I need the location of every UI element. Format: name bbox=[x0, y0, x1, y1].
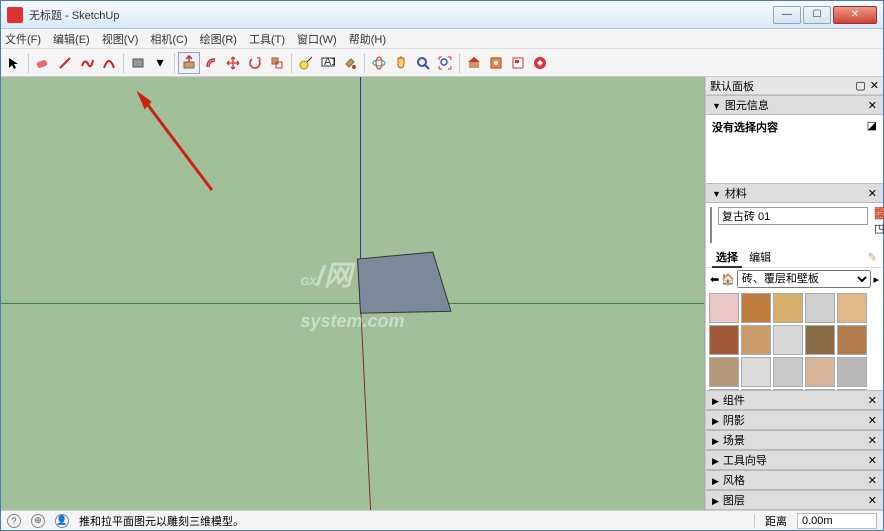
zoom-extents-tool[interactable] bbox=[434, 52, 456, 74]
panel-close-icon[interactable]: ✕ bbox=[868, 99, 877, 112]
orbit-tool[interactable] bbox=[368, 52, 390, 74]
geo-icon[interactable]: ⊕ bbox=[31, 514, 45, 528]
menu-edit[interactable]: 编辑(E) bbox=[53, 31, 90, 47]
material-swatch[interactable] bbox=[741, 357, 771, 387]
tape-tool[interactable] bbox=[295, 52, 317, 74]
materials-tab-edit[interactable]: 编辑 bbox=[745, 250, 775, 266]
arc-tool[interactable] bbox=[98, 52, 120, 74]
material-category-select[interactable]: 砖、覆层和壁板 bbox=[737, 270, 872, 288]
shape-dropdown[interactable]: ▾ bbox=[149, 52, 171, 74]
close-button[interactable]: ✕ bbox=[833, 6, 877, 24]
layout-tool[interactable] bbox=[507, 52, 529, 74]
paint-tool[interactable] bbox=[339, 52, 361, 74]
material-grid bbox=[709, 293, 880, 390]
rectangle-tool[interactable] bbox=[127, 52, 149, 74]
panel-layers[interactable]: ▶图层✕ bbox=[706, 490, 883, 510]
panel-components[interactable]: ▶组件✕ bbox=[706, 390, 883, 410]
viewport[interactable]: GX/网 system.com bbox=[1, 77, 705, 510]
eraser-tool[interactable] bbox=[32, 52, 54, 74]
move-tool[interactable] bbox=[222, 52, 244, 74]
menu-window[interactable]: 窗口(W) bbox=[297, 31, 337, 47]
freehand-tool[interactable] bbox=[76, 52, 98, 74]
panel-entity-info[interactable]: ▼图元信息 ✕ bbox=[706, 95, 883, 115]
statusbar: ? ⊕ 👤 推和拉平面图元以雕刻三维模型。 距离 0.00m bbox=[1, 510, 883, 530]
menu-view[interactable]: 视图(V) bbox=[102, 31, 139, 47]
material-swatch[interactable] bbox=[709, 325, 739, 355]
material-swatch[interactable] bbox=[773, 357, 803, 387]
panel-close-icon[interactable]: ✕ bbox=[868, 187, 877, 200]
material-swatch[interactable] bbox=[709, 357, 739, 387]
maximize-button[interactable]: ☐ bbox=[803, 6, 831, 24]
tray-title: 默认面板 bbox=[710, 78, 754, 94]
material-swatch[interactable] bbox=[741, 293, 771, 323]
panel-instructor[interactable]: ▶工具向导✕ bbox=[706, 450, 883, 470]
material-swatch[interactable] bbox=[837, 357, 867, 387]
entity-detail-icon[interactable]: ◪ bbox=[867, 119, 877, 132]
window-title: 无标题 - SketchUp bbox=[29, 7, 773, 23]
material-swatch[interactable] bbox=[837, 293, 867, 323]
user-icon[interactable]: 👤 bbox=[55, 514, 69, 528]
panel-styles[interactable]: ▶风格✕ bbox=[706, 470, 883, 490]
pushpull-tool[interactable] bbox=[178, 52, 200, 74]
measurement-label: 距离 bbox=[765, 513, 787, 529]
menu-help[interactable]: 帮助(H) bbox=[349, 31, 386, 47]
material-back-icon[interactable]: ⬅ bbox=[710, 273, 719, 286]
main-toolbar: ▾ A1 bbox=[1, 49, 883, 77]
select-tool[interactable] bbox=[3, 52, 25, 74]
measurement-value[interactable]: 0.00m bbox=[797, 513, 877, 529]
right-panel: 默认面板 ▢ ✕ ▼图元信息 ✕ 没有选择内容 ◪ ▼材料 ✕ bbox=[705, 77, 883, 510]
menubar: 文件(F) 编辑(E) 视图(V) 相机(C) 绘图(R) 工具(T) 窗口(W… bbox=[1, 29, 883, 49]
app-icon bbox=[7, 7, 23, 23]
text-tool[interactable]: A1 bbox=[317, 52, 339, 74]
tray-close-icon[interactable]: ✕ bbox=[870, 79, 879, 92]
material-home-icon[interactable]: 🏠 bbox=[721, 273, 735, 286]
menu-camera[interactable]: 相机(C) bbox=[150, 31, 187, 47]
material-name-input[interactable] bbox=[718, 207, 868, 225]
extensionwh-tool[interactable] bbox=[529, 52, 551, 74]
tray-pin-icon[interactable]: ▢ bbox=[855, 79, 865, 92]
line-tool[interactable] bbox=[54, 52, 76, 74]
panel-scenes[interactable]: ▶场景✕ bbox=[706, 430, 883, 450]
material-swatch[interactable] bbox=[773, 293, 803, 323]
material-default-icon[interactable]: ◳ bbox=[874, 222, 884, 235]
pan-tool[interactable] bbox=[390, 52, 412, 74]
help-icon[interactable]: ? bbox=[7, 514, 21, 528]
material-swatch[interactable] bbox=[741, 325, 771, 355]
material-edit-icon[interactable]: ✎ bbox=[868, 251, 877, 264]
scale-tool[interactable] bbox=[266, 52, 288, 74]
panel-materials[interactable]: ▼材料 ✕ bbox=[706, 183, 883, 203]
material-swatch[interactable] bbox=[805, 325, 835, 355]
material-swatch[interactable] bbox=[773, 325, 803, 355]
offset-tool[interactable] bbox=[200, 52, 222, 74]
status-hint: 推和拉平面图元以雕刻三维模型。 bbox=[79, 513, 244, 529]
svg-text:A1: A1 bbox=[324, 56, 335, 68]
entity-info-text: 没有选择内容 bbox=[712, 122, 778, 134]
materials-tab-select[interactable]: 选择 bbox=[712, 250, 742, 268]
material-create-icon[interactable]: 🧱 bbox=[874, 207, 884, 220]
material-swatch[interactable] bbox=[805, 293, 835, 323]
extension-tool[interactable] bbox=[485, 52, 507, 74]
zoom-tool[interactable] bbox=[412, 52, 434, 74]
minimize-button[interactable]: — bbox=[773, 6, 801, 24]
panel-shadows[interactable]: ▶阴影✕ bbox=[706, 410, 883, 430]
material-menu-icon[interactable]: ▸ bbox=[873, 273, 879, 286]
material-swatch[interactable] bbox=[805, 357, 835, 387]
material-swatch[interactable] bbox=[709, 293, 739, 323]
menu-file[interactable]: 文件(F) bbox=[5, 31, 41, 47]
rotate-tool[interactable] bbox=[244, 52, 266, 74]
menu-tools[interactable]: 工具(T) bbox=[249, 31, 285, 47]
menu-draw[interactable]: 绘图(R) bbox=[200, 31, 237, 47]
warehouse-tool[interactable] bbox=[463, 52, 485, 74]
material-preview[interactable] bbox=[710, 207, 712, 243]
material-swatch[interactable] bbox=[837, 325, 867, 355]
